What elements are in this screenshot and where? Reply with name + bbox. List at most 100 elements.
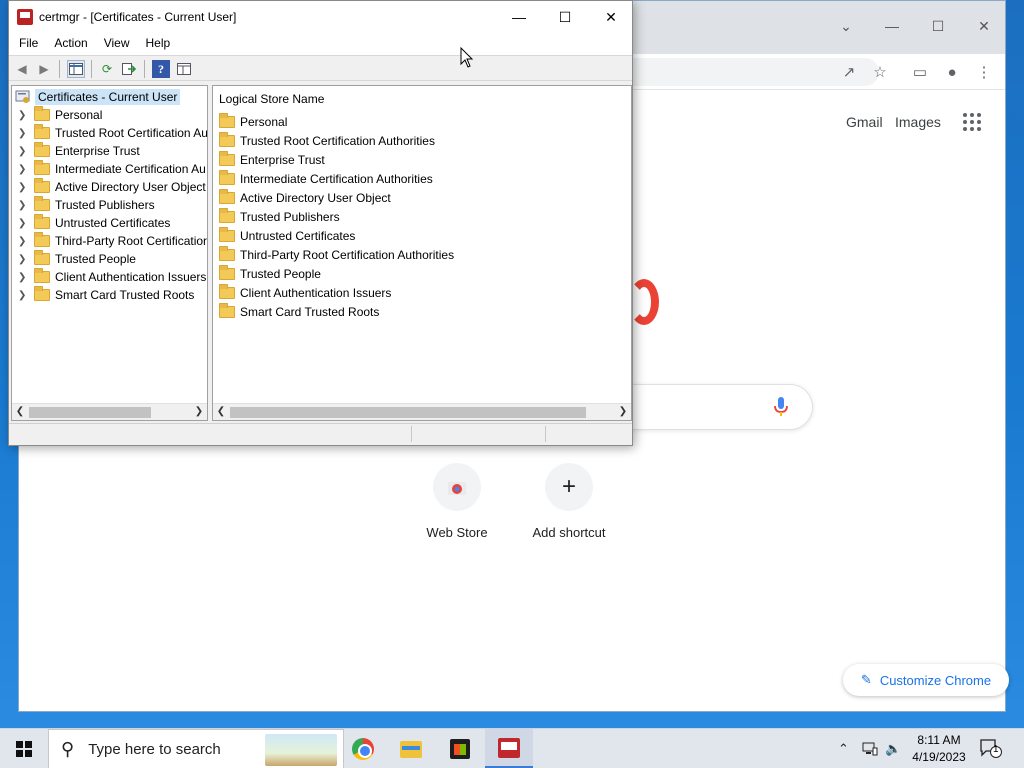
show-hidden-icons[interactable]: ⌃ [838,729,849,768]
voice-search-icon[interactable] [774,397,788,417]
tree-item[interactable]: ❯ Trusted Root Certification Au [18,124,207,142]
folder-icon [219,131,235,147]
expand-chevron-icon[interactable]: ❯ [18,200,30,211]
list-item-label: Client Authentication Issuers [240,285,392,300]
bookmark-star-icon[interactable]: ☆ [868,60,892,84]
taskbar-clock[interactable]: 8:11 AM 4/19/2023 [906,732,972,766]
minimize-icon[interactable]: — [877,13,907,39]
network-icon[interactable] [862,729,878,768]
expand-chevron-icon[interactable]: ❯ [18,128,30,139]
tree-item[interactable]: ❯ Trusted People [18,250,136,268]
tree-item[interactable]: ❯ Client Authentication Issuers [18,268,206,286]
customize-chrome-label: Customize Chrome [879,672,992,688]
images-link[interactable]: Images [895,114,941,130]
gmail-link[interactable]: Gmail [846,114,883,130]
expand-chevron-icon[interactable]: ❯ [18,272,30,283]
tab-search-icon[interactable]: ⌄ [831,13,861,39]
menu-bar: File Action View Help [9,33,632,55]
tree-root[interactable]: Certificates - Current User [15,88,181,106]
customize-chrome-button[interactable]: ✎ Customize Chrome [843,664,1009,696]
tree-item[interactable]: ❯ Personal [18,106,102,124]
list-item[interactable]: Trusted Publishers [219,207,340,226]
google-apps-icon[interactable] [963,113,981,131]
export-list-icon[interactable] [120,60,138,78]
close-icon[interactable]: ✕ [969,13,999,39]
tree-horizontal-scrollbar[interactable]: ❮ ❯ [12,403,207,420]
action-center-icon[interactable]: 1 [980,739,1002,759]
tree-item-label: Active Directory User Object [55,180,206,194]
list-item[interactable]: Untrusted Certificates [219,226,355,245]
menu-file[interactable]: File [13,33,44,55]
folder-icon [219,302,235,318]
taskbar-chrome[interactable] [339,729,387,768]
share-icon[interactable]: ↗ [837,60,861,84]
scroll-thumb[interactable] [29,407,151,418]
minimize-button[interactable]: — [496,1,542,33]
menu-help[interactable]: Help [140,33,177,55]
side-panel-icon[interactable]: ▭ [908,60,932,84]
list-item-label: Third-Party Root Certification Authoriti… [240,247,455,262]
list-item[interactable]: Trusted People [219,264,321,283]
help-icon[interactable]: ? [152,60,170,78]
tree-item[interactable]: ❯ Third-Party Root Certificatior [18,232,207,250]
details-horizontal-scrollbar[interactable]: ❮ ❯ [213,403,631,420]
forward-arrow-icon[interactable]: ▶ [35,60,53,78]
volume-icon[interactable]: 🔈 [885,729,901,768]
list-item[interactable]: Smart Card Trusted Roots [219,302,379,321]
expand-chevron-icon[interactable]: ❯ [18,182,30,193]
scroll-left-icon[interactable]: ❮ [215,406,227,417]
tree-item[interactable]: ❯ Intermediate Certification Au [18,160,206,178]
status-bar [9,423,632,445]
list-item-label: Trusted People [240,266,321,281]
taskbar-microsoft-store[interactable] [436,729,484,768]
tree-item[interactable]: ❯ Active Directory User Object [18,178,206,196]
certmgr-window: certmgr - [Certificates - Current User] … [8,0,633,446]
tree-item-label: Enterprise Trust [55,144,140,158]
properties-icon[interactable] [175,60,193,78]
list-item-label: Untrusted Certificates [240,228,356,243]
taskbar-search-box[interactable]: ⚲ Type here to search [48,729,344,768]
shortcut-add[interactable]: + Add shortcut [509,463,629,540]
scroll-thumb[interactable] [230,407,586,418]
maximize-button[interactable]: ☐ [542,1,588,33]
list-item[interactable]: Active Directory User Object [219,188,391,207]
list-item-label: Active Directory User Object [240,190,391,205]
scroll-right-icon[interactable]: ❯ [617,406,629,417]
maximize-icon[interactable]: ☐ [923,13,953,39]
windows-logo-icon [16,741,32,757]
close-button[interactable]: ✕ [588,1,634,33]
expand-chevron-icon[interactable]: ❯ [18,254,30,265]
taskbar-certmgr[interactable] [485,729,533,768]
profile-avatar-icon[interactable]: ● [940,60,964,84]
scroll-right-icon[interactable]: ❯ [193,406,205,417]
list-item[interactable]: Intermediate Certification Authorities [219,169,433,188]
expand-chevron-icon[interactable]: ❯ [18,218,30,229]
tree-item[interactable]: ❯ Enterprise Trust [18,142,140,160]
menu-view[interactable]: View [98,33,136,55]
back-arrow-icon[interactable]: ◀ [13,60,31,78]
plus-icon: + [545,463,593,511]
toolbar-separator [59,60,60,78]
tree-item[interactable]: ❯ Untrusted Certificates [18,214,170,232]
list-item[interactable]: Trusted Root Certification Authorities [219,131,435,150]
expand-chevron-icon[interactable]: ❯ [18,290,30,301]
list-item[interactable]: Enterprise Trust [219,150,325,169]
list-item[interactable]: Client Authentication Issuers [219,283,391,302]
show-hide-tree-icon[interactable] [67,60,85,78]
taskbar-file-explorer[interactable] [387,729,435,768]
expand-chevron-icon[interactable]: ❯ [18,164,30,175]
start-button[interactable] [0,729,48,768]
tree-item[interactable]: ❯ Smart Card Trusted Roots [18,286,194,304]
expand-chevron-icon[interactable]: ❯ [18,110,30,121]
shortcut-web-store[interactable]: Web Store [397,463,517,540]
expand-chevron-icon[interactable]: ❯ [18,236,30,247]
expand-chevron-icon[interactable]: ❯ [18,146,30,157]
chrome-menu-icon[interactable]: ⋮ [972,60,996,84]
refresh-icon[interactable]: ⟳ [98,60,116,78]
list-item[interactable]: Personal [219,112,287,131]
tree-item[interactable]: ❯ Trusted Publishers [18,196,155,214]
scroll-left-icon[interactable]: ❮ [14,406,26,417]
list-item[interactable]: Third-Party Root Certification Authoriti… [219,245,454,264]
menu-action[interactable]: Action [48,33,93,55]
column-header-logical-store-name[interactable]: Logical Store Name [219,92,324,106]
